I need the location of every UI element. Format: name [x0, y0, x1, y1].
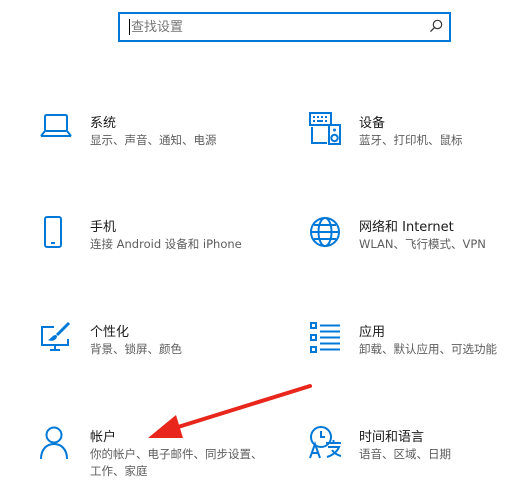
- tile-description: 你的帐户、电子邮件、同步设置、工作、家庭: [90, 447, 263, 478]
- tile-description: 卸载、默认应用、可选功能: [359, 342, 497, 356]
- tile-title: 设备: [359, 116, 386, 131]
- tile-title: 手机: [90, 220, 117, 235]
- person-icon: [40, 426, 68, 460]
- tile-network[interactable]: 网络和 Internet WLAN、飞行模式、VPN: [309, 216, 524, 276]
- tile-title: 系统: [90, 116, 117, 131]
- text-caret: [129, 19, 130, 35]
- search-input[interactable]: [131, 14, 421, 40]
- search-icon[interactable]: [429, 19, 443, 33]
- tile-description: 背景、锁屏、颜色: [90, 342, 182, 356]
- tile-description: 语音、区域、日期: [359, 447, 451, 461]
- tile-title: 时间和语言: [359, 430, 425, 445]
- tile-devices[interactable]: 设备 蓝牙、打印机、鼠标: [309, 112, 532, 172]
- tile-title: 应用: [359, 325, 386, 340]
- paint-monitor-icon: [41, 321, 71, 351]
- tile-time-language[interactable]: 时间和语言 语音、区域、日期: [309, 426, 532, 486]
- tile-description: 连接 Android 设备和 iPhone: [90, 237, 242, 251]
- tile-apps[interactable]: 应用 卸载、默认应用、可选功能: [309, 321, 524, 381]
- tile-description: 显示、声音、通知、电源: [90, 133, 217, 147]
- keyboard-speaker-icon: [309, 112, 341, 145]
- tile-phone[interactable]: 手机 连接 Android 设备和 iPhone: [40, 216, 270, 276]
- tile-title: 网络和 Internet: [359, 220, 454, 235]
- tile-description: WLAN、飞行模式、VPN: [359, 237, 486, 251]
- tile-description: 蓝牙、打印机、鼠标: [359, 133, 463, 147]
- tile-personalization[interactable]: 个性化 背景、锁屏、颜色: [40, 321, 270, 381]
- laptop-icon: [40, 114, 72, 137]
- phone-icon: [44, 216, 62, 248]
- tile-system[interactable]: 系统 显示、声音、通知、电源: [40, 112, 270, 172]
- tile-title: 个性化: [90, 325, 130, 340]
- tile-title: 帐户: [90, 430, 117, 445]
- globe-icon: [310, 217, 340, 247]
- time-language-icon: [309, 426, 342, 459]
- search-box[interactable]: [118, 12, 451, 42]
- tile-accounts[interactable]: 帐户 你的帐户、电子邮件、同步设置、工作、家庭: [40, 426, 270, 486]
- app-list-icon: [310, 322, 340, 353]
